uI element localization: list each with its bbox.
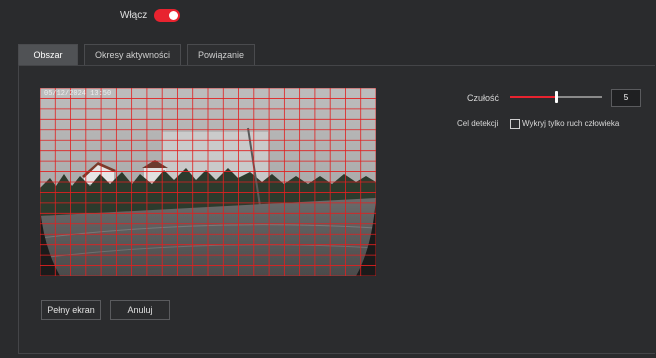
cancel-button[interactable]: Anuluj	[110, 300, 170, 320]
slider-fill	[510, 96, 556, 98]
tab-area[interactable]: Obszar	[18, 44, 78, 66]
human-only-checkbox[interactable]	[510, 119, 520, 129]
motion-grid-canvas[interactable]	[40, 88, 376, 276]
tab-linkage[interactable]: Powiązanie	[187, 44, 256, 66]
human-only-label[interactable]: Wykryj tylko ruch człowieka	[522, 119, 619, 128]
sensitivity-value-field[interactable]: 5	[611, 89, 641, 107]
enable-label: Włącz	[120, 10, 148, 21]
toggle-knob	[169, 11, 178, 20]
video-preview[interactable]: 05/12/2024 13:50	[40, 88, 376, 276]
osd-timestamp: 05/12/2024 13:50	[44, 90, 112, 98]
tab-bar: Obszar Okresy aktywności Powiązanie	[18, 44, 261, 66]
sensitivity-label: Czułość	[467, 93, 500, 103]
sensitivity-slider[interactable]	[510, 91, 602, 103]
detection-target-label: Cel detekcji	[457, 119, 499, 128]
slider-handle[interactable]	[555, 91, 558, 103]
tab-schedule[interactable]: Okresy aktywności	[84, 44, 182, 66]
enable-toggle[interactable]	[154, 9, 180, 22]
fullscreen-button[interactable]: Pełny ekran	[41, 300, 101, 320]
